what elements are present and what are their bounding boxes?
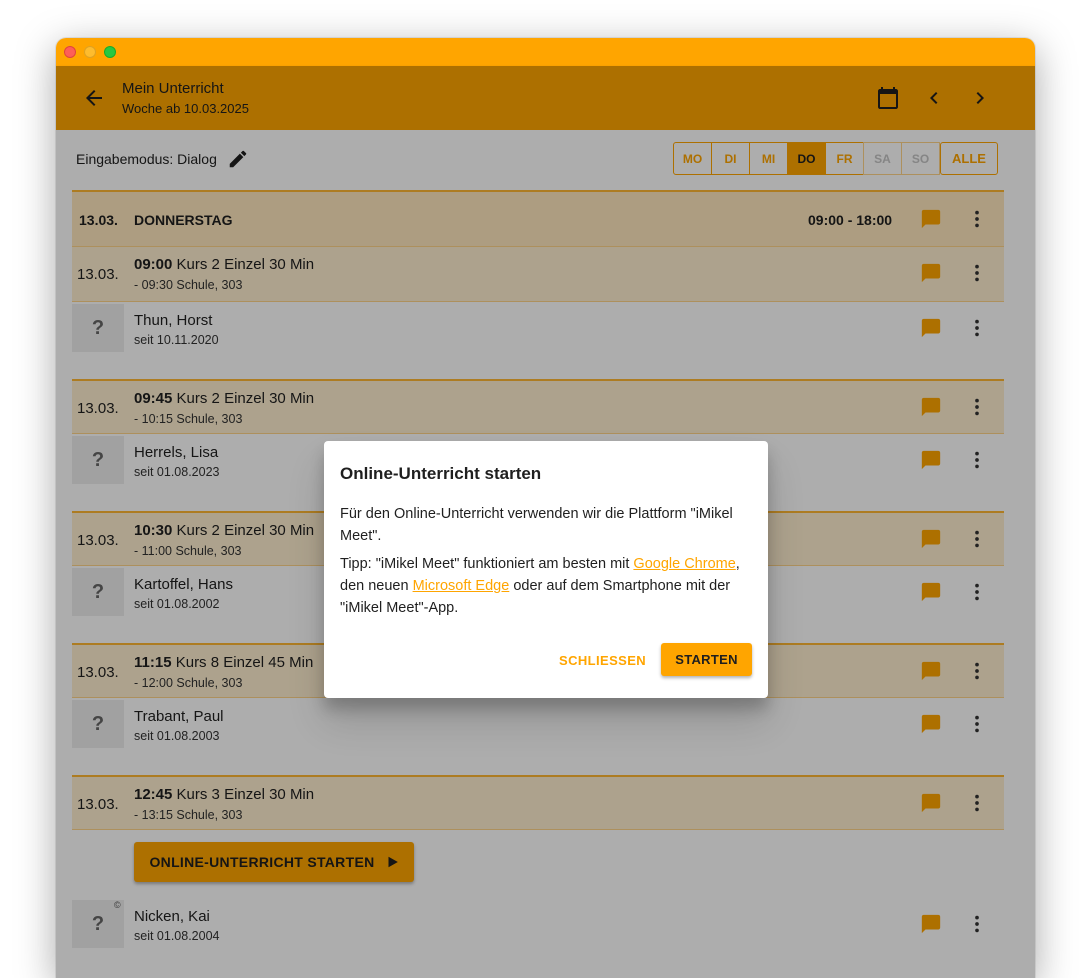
close-window-button[interactable] [64,46,76,58]
microsoft-edge-link[interactable]: Microsoft Edge [413,578,510,594]
zoom-window-button[interactable] [104,46,116,58]
google-chrome-link[interactable]: Google Chrome [633,556,735,572]
dialog-tip-text: Tipp: "iMikel Meet" funktioniert am best… [340,556,634,572]
window-titlebar [56,38,1035,66]
online-lesson-dialog: Online-Unterricht starten Für den Online… [324,441,768,698]
dialog-text: Für den Online-Unterricht verwenden wir … [340,506,733,544]
start-button[interactable]: STARTEN [661,643,752,676]
close-dialog-button[interactable]: SCHLIESSEN [559,653,646,668]
minimize-window-button[interactable] [84,46,96,58]
dialog-tip: Tipp: "iMikel Meet" funktioniert am best… [340,553,760,619]
dialog-title: Online-Unterricht starten [340,464,542,483]
